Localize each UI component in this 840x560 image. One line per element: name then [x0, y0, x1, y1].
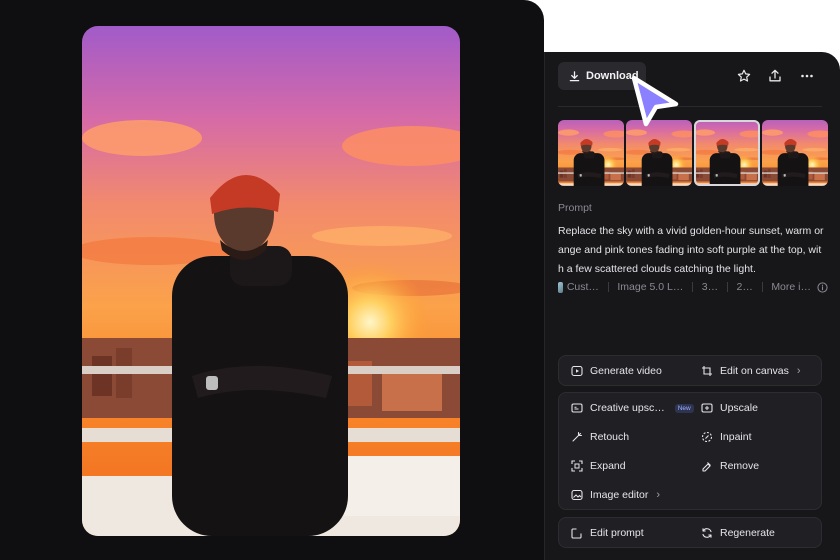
meta-count: 2…	[736, 281, 753, 293]
pointer-cursor-icon	[631, 75, 679, 127]
edit-prompt-icon	[571, 527, 583, 539]
meta-more-info[interactable]: More i…	[771, 281, 811, 293]
thumbnail-2[interactable]	[626, 120, 692, 186]
generation-meta: Cust… Image 5.0 L… 3… 2… More i…	[558, 280, 828, 294]
info-icon[interactable]	[817, 281, 828, 293]
generate-video-button[interactable]: Generate video	[571, 361, 662, 381]
eraser-icon	[701, 460, 713, 472]
expand-icon	[571, 460, 583, 472]
inpaint-button[interactable]: Inpaint	[701, 427, 752, 447]
new-badge: New	[674, 403, 694, 413]
prompt-label: Prompt	[558, 202, 592, 214]
remove-button[interactable]: Remove	[701, 456, 759, 476]
generated-image[interactable]	[82, 26, 460, 536]
meta-model: Image 5.0 L…	[617, 281, 684, 293]
edit-on-canvas-button[interactable]: Edit on canvas ›	[701, 361, 801, 381]
prompt-text: Replace the sky with a vivid golden-hour…	[558, 225, 824, 275]
thumbnail-1[interactable]	[558, 120, 624, 186]
crop-icon	[701, 365, 713, 377]
retouch-button[interactable]: Retouch	[571, 427, 629, 447]
star-icon[interactable]	[733, 65, 755, 87]
creative-upscale-icon	[571, 402, 583, 414]
regenerate-button[interactable]: Regenerate	[701, 523, 775, 543]
toolbar-divider	[558, 106, 822, 107]
chevron-right-icon: ›	[656, 489, 661, 501]
expand-button[interactable]: Expand	[571, 456, 626, 476]
play-icon	[571, 365, 583, 377]
style-avatar-icon	[558, 281, 563, 293]
image-editor-button[interactable]: Image editor ›	[571, 485, 660, 505]
chevron-right-icon: ›	[796, 365, 801, 377]
thumbnail-3[interactable]	[694, 120, 760, 186]
edit-prompt-button[interactable]: Edit prompt	[571, 523, 644, 543]
regenerate-icon	[701, 527, 713, 539]
upscale-icon	[701, 402, 713, 414]
thumbnail-4[interactable]	[762, 120, 828, 186]
download-icon	[569, 70, 580, 82]
share-icon[interactable]	[764, 65, 786, 87]
image-editor-icon	[571, 489, 583, 501]
inpaint-icon	[701, 431, 713, 443]
meta-ratio: 3…	[701, 281, 719, 293]
magic-wand-icon	[571, 431, 583, 443]
meta-style[interactable]: Cust…	[567, 281, 599, 293]
more-icon[interactable]	[796, 65, 818, 87]
creative-upscale-button[interactable]: Creative upsc… New	[571, 398, 694, 418]
upscale-button[interactable]: Upscale	[701, 398, 758, 418]
